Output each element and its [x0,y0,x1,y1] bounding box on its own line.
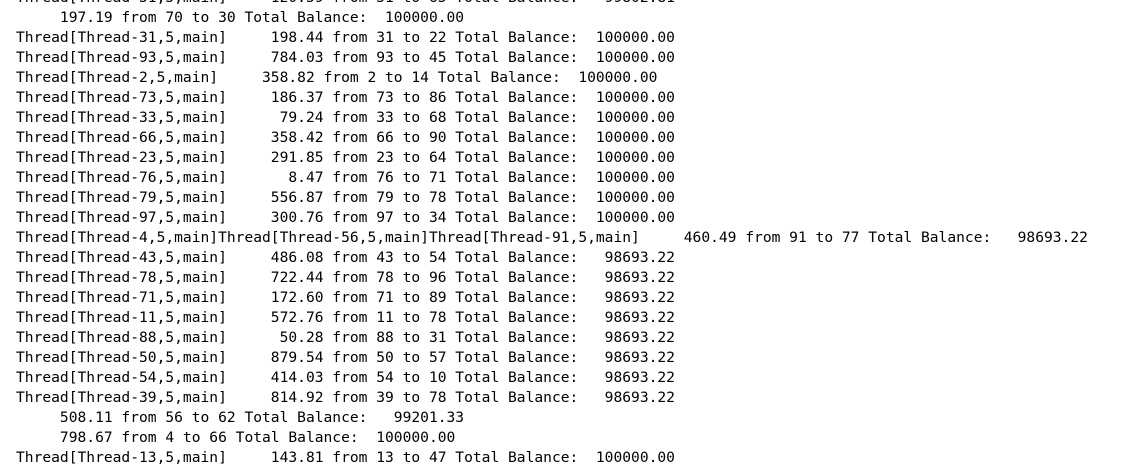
console-line: Thread[Thread-31,5,main] 198.44 from 31 … [16,29,675,46]
console-line: 197.19 from 70 to 30 Total Balance: 1000… [16,9,465,26]
console-line: Thread[Thread-51,5,main] 120.59 from 51 … [16,0,1088,8]
console-output-pane[interactable]: Thread[Thread-51,5,main] 120.59 from 51 … [0,0,1137,472]
console-line: Thread[Thread-23,5,main] 291.85 from 23 … [16,149,675,166]
console-line: Thread[Thread-88,5,main] 50.28 from 88 t… [16,329,675,346]
console-line: Thread[Thread-50,5,main] 879.54 from 50 … [16,349,675,366]
console-line: Thread[Thread-54,5,main] 414.03 from 54 … [16,369,675,386]
console-line: Thread[Thread-71,5,main] 172.60 from 71 … [16,289,675,306]
console-line: Thread[Thread-66,5,main] 358.42 from 66 … [16,129,675,146]
console-lines: Thread[Thread-51,5,main] 120.59 from 51 … [16,0,1088,468]
console-line: Thread[Thread-13,5,main] 143.81 from 13 … [16,449,675,466]
console-line: 798.67 from 4 to 66 Total Balance: 10000… [16,429,456,446]
console-line: Thread[Thread-4,5,main]Thread[Thread-56,… [16,229,1088,246]
console-line: Thread[Thread-76,5,main] 8.47 from 76 to… [16,169,675,186]
console-line: 508.11 from 56 to 62 Total Balance: 9920… [16,409,465,426]
console-line: Thread[Thread-39,5,main] 814.92 from 39 … [16,389,675,406]
console-line: Thread[Thread-33,5,main] 79.24 from 33 t… [16,109,675,126]
console-line: Thread[Thread-79,5,main] 556.87 from 79 … [16,189,675,206]
console-line: Thread[Thread-93,5,main] 784.03 from 93 … [16,49,675,66]
console-line: Thread[Thread-43,5,main] 486.08 from 43 … [16,249,675,266]
console-line: Thread[Thread-11,5,main] 572.76 from 11 … [16,309,675,326]
console-line: Thread[Thread-73,5,main] 186.37 from 73 … [16,89,675,106]
console-line: Thread[Thread-2,5,main] 358.82 from 2 to… [16,69,658,86]
console-line: Thread[Thread-78,5,main] 722.44 from 78 … [16,269,675,286]
console-line: Thread[Thread-97,5,main] 300.76 from 97 … [16,209,675,226]
